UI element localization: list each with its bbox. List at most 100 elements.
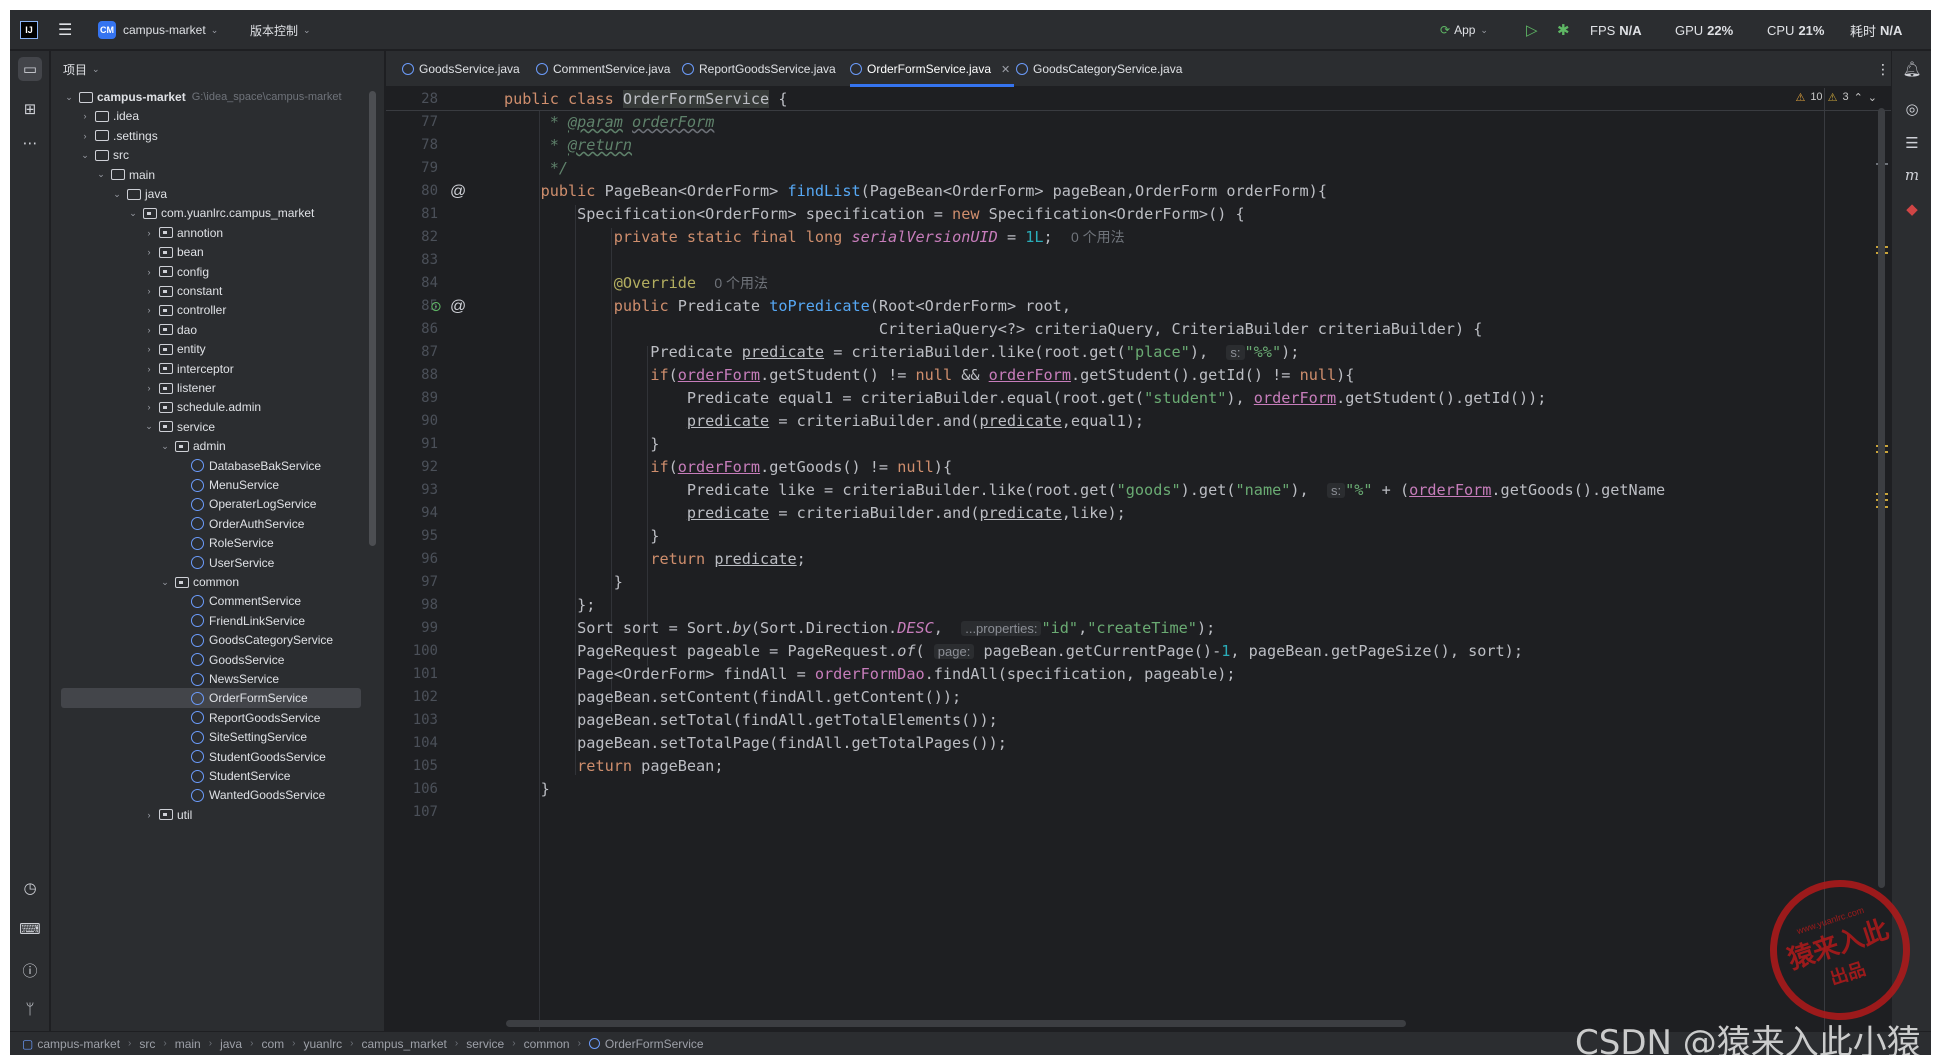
chevron-down-icon[interactable]: ⌄	[1868, 91, 1877, 104]
close-icon[interactable]: ✕	[1001, 63, 1010, 76]
line-number[interactable]: 100	[386, 640, 438, 663]
maven-tool-button[interactable]: m	[1900, 163, 1924, 187]
tree-item-class[interactable]: MenuService	[51, 475, 384, 495]
tree-item-folder[interactable]: › annotion	[51, 223, 384, 243]
tree-item-folder[interactable]: › dao	[51, 320, 384, 340]
breadcrumb-item[interactable]: main	[175, 1037, 201, 1051]
line-number[interactable]: 107	[386, 801, 438, 824]
line-number[interactable]: 91	[386, 433, 438, 456]
tab-order-form-service[interactable]: OrderFormService.java ✕	[850, 51, 1015, 87]
chevron-right-icon[interactable]: ›	[79, 111, 91, 121]
usage-hint[interactable]: 0 个用法	[714, 275, 768, 291]
terminal-tool-button[interactable]: ⌨	[18, 917, 42, 941]
chevron-right-icon[interactable]: ›	[143, 286, 155, 296]
tree-item-folder[interactable]: ⌄ admin	[51, 436, 384, 456]
tree-item-folder[interactable]: › config	[51, 262, 384, 282]
tree-item-class[interactable]: OperaterLogService	[51, 494, 384, 514]
tree-item-folder[interactable]: ⌄ service	[51, 417, 384, 437]
code-area[interactable]: * @param orderForm * @return */ public P…	[504, 88, 1884, 1031]
tree-item-folder[interactable]: › entity	[51, 339, 384, 359]
ai-assistant-button[interactable]: ◎	[1900, 97, 1924, 121]
tree-item-folder[interactable]: ⌄ main	[51, 165, 384, 185]
line-number[interactable]: 81	[386, 203, 438, 226]
line-number[interactable]: 92	[386, 456, 438, 479]
services-tool-button[interactable]: ◷	[18, 876, 42, 900]
tree-item-class[interactable]: ReportGoodsService	[51, 708, 384, 728]
tree-item-class[interactable]: NewsService	[51, 669, 384, 689]
run-config-selector[interactable]: ⟳ App ⌄	[1440, 10, 1488, 50]
chevron-right-icon[interactable]: ›	[79, 131, 91, 141]
tree-item-class[interactable]: StudentService	[51, 766, 384, 786]
line-number[interactable]: 87	[386, 341, 438, 364]
breadcrumb-item[interactable]: com	[261, 1037, 284, 1051]
line-number[interactable]: 78	[386, 134, 438, 157]
ide-logo[interactable]: IJ	[20, 10, 38, 50]
chevron-right-icon[interactable]: ›	[143, 344, 155, 354]
breadcrumb-item[interactable]: common	[524, 1037, 570, 1051]
line-number[interactable]: 102	[386, 686, 438, 709]
annotation-gutter-icon[interactable]: @	[450, 295, 466, 318]
line-number[interactable]: 84	[386, 272, 438, 295]
line-number[interactable]: 94	[386, 502, 438, 525]
tree-item-folder[interactable]: ⌄ com.yuanlrc.campus_market	[51, 203, 384, 223]
run-button[interactable]: ▷	[1526, 10, 1538, 50]
code-editor[interactable]: 77 78 79 80 81 82 83 84 85 86 87 88 89 90 91 92 93 94 95 96…	[386, 88, 1891, 1031]
line-number[interactable]: 90	[386, 410, 438, 433]
chevron-down-icon[interactable]: ⌄	[111, 189, 123, 200]
line-number[interactable]: 101	[386, 663, 438, 686]
breadcrumb-item[interactable]: service	[466, 1037, 504, 1051]
project-switcher[interactable]: CM campus-market ⌄	[98, 10, 218, 50]
line-number[interactable]: 104	[386, 732, 438, 755]
breadcrumb-item[interactable]: yuanlrc	[303, 1037, 342, 1051]
tree-item-class[interactable]: GoodsCategoryService	[51, 630, 384, 650]
line-number[interactable]: 93	[386, 479, 438, 502]
breadcrumb-item[interactable]: java	[220, 1037, 242, 1051]
breadcrumb-item[interactable]: OrderFormService	[605, 1037, 704, 1051]
line-number[interactable]: 106	[386, 778, 438, 801]
chevron-right-icon[interactable]: ›	[143, 810, 155, 820]
chevron-down-icon[interactable]: ⌄	[95, 169, 107, 180]
tree-item-class[interactable]: CommentService	[51, 591, 384, 611]
more-tools-button[interactable]: ⋯	[18, 131, 42, 155]
editor-vertical-scrollbar[interactable]	[1878, 108, 1885, 888]
tree-item-class[interactable]: OrderAuthService	[51, 514, 384, 534]
tree-item-folder[interactable]: › interceptor	[51, 359, 384, 379]
line-number[interactable]: 88	[386, 364, 438, 387]
tab-options-button[interactable]: ⋮	[1876, 51, 1890, 87]
tab-report-goods-service[interactable]: ReportGoodsService.java	[682, 51, 836, 87]
line-number[interactable]: 105	[386, 755, 438, 778]
tree-item-folder[interactable]: › listener	[51, 378, 384, 398]
tree-item-class[interactable]: WantedGoodsService	[51, 785, 384, 805]
chevron-right-icon[interactable]: ›	[143, 325, 155, 335]
tab-comment-service[interactable]: CommentService.java	[536, 51, 670, 87]
line-number[interactable]: 96	[386, 548, 438, 571]
problems-tool-button[interactable]: ⓘ	[18, 958, 42, 982]
tree-item-class[interactable]: SiteSettingService	[51, 727, 384, 747]
chevron-down-icon[interactable]: ⌄	[127, 208, 139, 219]
line-number[interactable]: 82	[386, 226, 438, 249]
chevron-down-icon[interactable]: ⌄	[159, 577, 171, 588]
breadcrumb-item[interactable]: src	[139, 1037, 155, 1051]
main-menu-button[interactable]: ☰	[58, 10, 72, 50]
project-scrollbar[interactable]	[369, 91, 376, 546]
chevron-right-icon[interactable]: ›	[143, 247, 155, 257]
line-number[interactable]: 79	[386, 157, 438, 180]
tree-item-class[interactable]: StudentGoodsService	[51, 747, 384, 767]
tree-item-class[interactable]: OrderFormService	[61, 688, 361, 709]
git-tool-button[interactable]: ᛘ	[18, 997, 42, 1021]
tab-goods-category-service[interactable]: GoodsCategoryService.java	[1016, 51, 1182, 87]
line-number[interactable]: 77	[386, 111, 438, 134]
line-number[interactable]: 103	[386, 709, 438, 732]
chevron-down-icon[interactable]: ⌄	[79, 150, 91, 161]
chevron-up-icon[interactable]: ⌃	[1854, 91, 1863, 104]
tree-item-folder[interactable]: › schedule.admin	[51, 397, 384, 417]
plugin-tool-button[interactable]: ◆	[1900, 197, 1924, 221]
chevron-down-icon[interactable]: ⌄	[63, 92, 75, 103]
editor-horizontal-scrollbar[interactable]	[506, 1020, 1406, 1027]
tree-item-folder[interactable]: › .idea	[51, 106, 384, 126]
usage-hint[interactable]: 0 个用法	[1071, 229, 1125, 245]
notifications-button[interactable]: 🔔︎	[1900, 57, 1924, 81]
chevron-down-icon[interactable]: ⌄	[143, 421, 155, 432]
line-number[interactable]: 97	[386, 571, 438, 594]
annotation-gutter-icon[interactable]: @	[450, 180, 466, 203]
